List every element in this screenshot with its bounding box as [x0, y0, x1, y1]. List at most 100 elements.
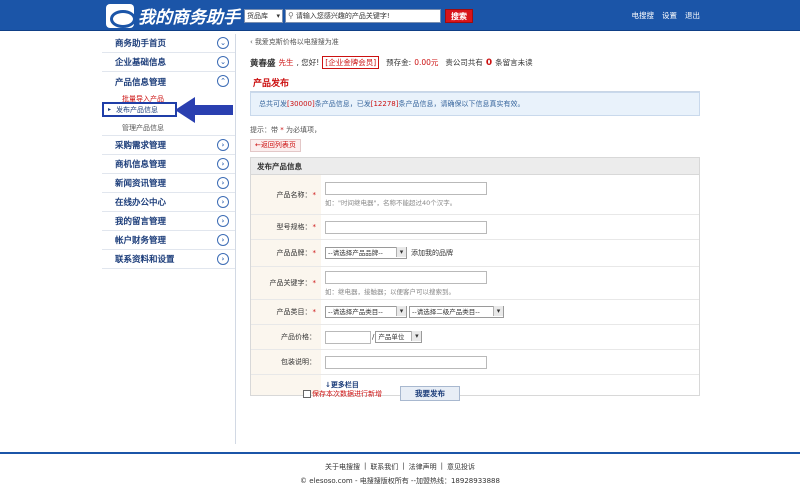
sidebar-item-finance[interactable]: 帐户财务管理 › — [102, 231, 235, 250]
chevron-right-icon[interactable]: › — [217, 215, 229, 227]
required-star: * — [312, 190, 317, 199]
required-star: * — [312, 249, 317, 257]
field-value — [321, 215, 699, 239]
footer-separator: | — [363, 462, 367, 470]
search-button[interactable]: 搜索 — [445, 9, 473, 23]
logo[interactable]: 我的商务助手 — [106, 3, 240, 28]
welcome-bar: 黄春盛 先生 , 您好! [企业金牌会员] 预存金: 0.00元 贵公司共有 0… — [250, 56, 700, 69]
back-to-list-link[interactable]: ←返回列表页 — [250, 139, 301, 152]
field-label: 产品名称： * — [251, 175, 321, 214]
model-spec-input[interactable] — [325, 220, 487, 234]
footer-copyright: © elesoso.com - 电搜搜版权所有 --加盟热线：189289338… — [300, 477, 500, 485]
sidebar-item-label: 联系资料和设置 — [115, 255, 175, 265]
sidebar-item-news[interactable]: 新闻资讯管理 › — [102, 174, 235, 193]
field-label: 包装说明： — [251, 350, 321, 374]
member-badge: [企业金牌会员] — [322, 56, 380, 69]
save-checkbox[interactable] — [303, 389, 311, 398]
link-logout[interactable]: 退出 — [685, 10, 700, 21]
field-label-text: 产品关键字： — [269, 279, 312, 287]
sidebar-sub-manage[interactable]: 管理产品信息 — [102, 121, 235, 136]
required-star: * — [312, 223, 317, 231]
field-note: 如：继电器，接触器；以便客户可以搜索到。 — [325, 287, 455, 296]
category-select[interactable]: --请选择产品类目-- — [325, 306, 407, 318]
search-input[interactable]: ⚲ 请输入您感兴趣的产品关键字! — [285, 9, 441, 23]
chevron-right-icon[interactable]: › — [217, 234, 229, 246]
field-note: 如："时间继电器"，名称不能超过40个汉字。 — [325, 199, 457, 207]
link-elesoso[interactable]: 电搜搜 — [632, 10, 655, 21]
chevron-down-icon[interactable]: ⌄ — [217, 37, 229, 49]
sidebar-item-label: 在线办公中心 — [115, 198, 167, 208]
search-scope-select[interactable]: 货品库 — [244, 9, 283, 23]
triangle-right-icon: ▸ — [108, 106, 112, 113]
brand-select[interactable]: --请选择产品品牌-- — [325, 247, 407, 259]
footer-separator: | — [440, 462, 444, 470]
field-label: 型号规格： * — [251, 215, 321, 239]
field-label-text: 型号规格： — [276, 223, 312, 231]
sidebar-item-label: 采购需求管理 — [115, 141, 167, 151]
price-input[interactable] — [325, 330, 371, 344]
form-actions: 保存本次数据进行新增 我要发布 — [303, 386, 460, 401]
notice-used: [12278] — [370, 100, 399, 108]
deposit-value: 0.00元 — [414, 58, 439, 67]
chevron-right-icon[interactable]: › — [217, 196, 229, 208]
sidebar-item-purchase[interactable]: 采购需求管理 › — [102, 136, 235, 155]
sidebar-item-contact-settings[interactable]: 联系资料和设置 › — [102, 250, 235, 269]
top-bar: 我的商务助手 货品库 ⚲ 请输入您感兴趣的产品关键字! 搜索 电搜搜 设置 退出 — [0, 0, 800, 31]
chevron-left-icon: ‹ — [250, 38, 253, 46]
search-icon: ⚲ — [288, 11, 294, 20]
footer-link-about[interactable]: 关于电搜搜 — [325, 462, 360, 472]
field-value — [321, 350, 699, 374]
footer-link-contact[interactable]: 联系我们 — [370, 462, 398, 472]
sidebar-item-label: 我的留言管理 — [115, 217, 167, 227]
form-row-price: 产品价格： / 产品单位 — [251, 325, 699, 350]
form-row-brand: 产品品牌：* --请选择产品品牌-- 添加我的品牌 — [251, 240, 699, 267]
footer-separator: | — [402, 462, 405, 470]
sidebar-item-label: 帐户财务管理 — [115, 236, 167, 246]
notice-text: 总共可发 — [259, 100, 287, 108]
sidebar-item-products[interactable]: 产品信息管理 ⌃ — [102, 72, 235, 91]
search-placeholder: 请输入您感兴趣的产品关键字! — [295, 12, 390, 20]
sidebar-item-label: 商机信息管理 — [115, 160, 167, 170]
product-name-input[interactable] — [325, 182, 487, 195]
deposit-label: 预存金: — [386, 58, 412, 67]
subcategory-select[interactable]: --请选择二级产品类目-- — [409, 306, 504, 318]
sidebar-item-company[interactable]: 企业基础信息 ⌄ — [102, 53, 235, 72]
chevron-right-icon[interactable]: › — [217, 139, 229, 151]
keywords-input[interactable] — [325, 270, 487, 284]
field-value: --请选择产品类目-- --请选择二级产品类目-- — [321, 300, 699, 324]
field-value: --请选择产品品牌-- 添加我的品牌 — [321, 240, 699, 266]
footer-link-legal[interactable]: 法律声明 — [409, 462, 437, 472]
field-value: 如："时间继电器"，名称不能超过40个汉字。 — [321, 175, 699, 214]
sidebar-sub-label: 发布产品信息 — [116, 106, 158, 114]
form-row-category: 产品类目：* --请选择产品类目-- --请选择二级产品类目-- — [251, 300, 699, 325]
unread-count[interactable]: 0 — [486, 58, 492, 68]
sidebar-sub-publish[interactable]: ▸ 发布产品信息 — [102, 102, 177, 117]
message-suffix: 条留言未读 — [495, 58, 533, 67]
field-label: 产品品牌： * — [251, 240, 321, 266]
package-input[interactable] — [325, 355, 487, 369]
add-brand-link[interactable]: 添加我的品牌 — [411, 248, 453, 258]
sidebar-item-home[interactable]: 商务助手首页 ⌄ — [102, 34, 235, 53]
footer-links: 关于电搜搜 | 联系我们 | 法律声明 | 意见投诉 — [0, 462, 800, 472]
required-star: * — [312, 279, 317, 287]
chevron-right-icon[interactable]: › — [217, 177, 229, 189]
message-prefix: 贵公司共有 — [445, 58, 483, 67]
footer-link-feedback[interactable]: 意见投诉 — [447, 462, 475, 472]
chevron-right-icon[interactable]: › — [217, 158, 229, 170]
form-row-keywords: 产品关键字： * 如：继电器，接触器；以便客户可以搜索到。 — [251, 267, 699, 300]
sidebar-item-opportunity[interactable]: 商机信息管理 › — [102, 155, 235, 174]
save-checkbox-label[interactable]: 保存本次数据进行新增 — [312, 389, 382, 399]
chevron-down-icon[interactable]: ⌄ — [217, 56, 229, 68]
chevron-up-icon[interactable]: ⌃ — [217, 75, 229, 87]
quota-notice: 总共可发 [30000] 条产品信息，已发 [12278] 条产品信息，请确保以… — [250, 92, 700, 116]
field-label: 产品价格： — [251, 325, 321, 349]
field-value: 如：继电器，接触器；以便客户可以搜索到。 — [321, 267, 699, 299]
required-star: * — [312, 308, 317, 316]
form-row-package: 包装说明： — [251, 350, 699, 375]
sidebar-item-office[interactable]: 在线办公中心 › — [102, 193, 235, 212]
publish-button[interactable]: 我要发布 — [400, 386, 460, 401]
link-settings[interactable]: 设置 — [662, 10, 677, 21]
unit-select[interactable]: 产品单位 — [375, 331, 423, 343]
chevron-right-icon[interactable]: › — [217, 253, 229, 265]
sidebar-item-messages[interactable]: 我的留言管理 › — [102, 212, 235, 231]
